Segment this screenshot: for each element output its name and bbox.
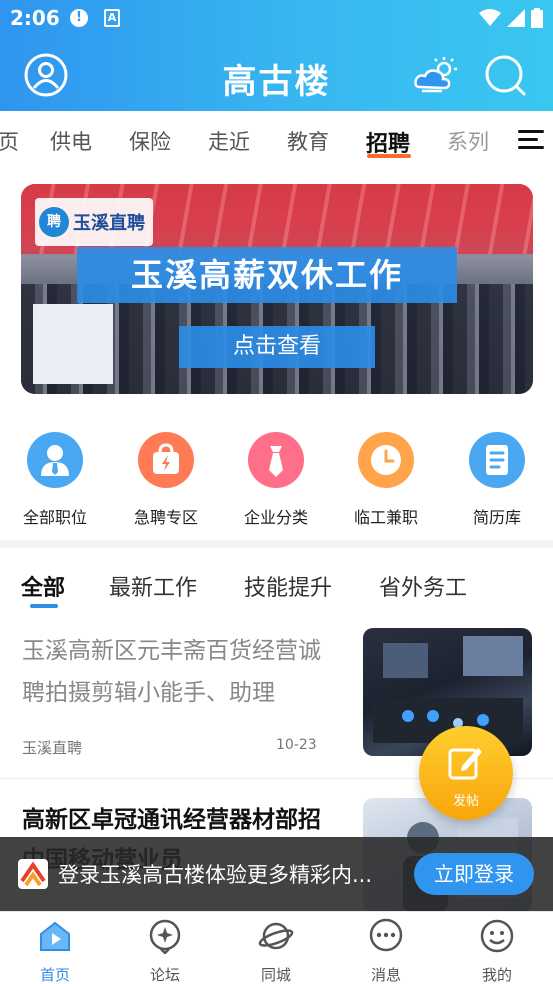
subtab-skill-up[interactable]: 技能提升 [244, 570, 332, 602]
quick-menu: 全部职位 急聘专区 企业分类 临工兼职 简历库 [0, 432, 553, 532]
active-subtab-indicator [30, 604, 58, 608]
person-badge-icon [27, 432, 83, 488]
quick-urgent[interactable]: 急聘专区 [116, 432, 216, 528]
quick-resume-bank[interactable]: 简历库 [447, 432, 547, 528]
active-tab-indicator [367, 154, 411, 158]
app-header: 2:06 ! A 高古楼 [0, 0, 553, 111]
nav-label: 同城 [260, 966, 291, 984]
banner-logo-text: 玉溪直聘 [73, 213, 145, 234]
tab-approach[interactable]: 走近 [208, 126, 250, 156]
nav-label: 论坛 [149, 966, 180, 984]
tab-series[interactable]: 系列 [447, 126, 489, 156]
login-prompt-bar: 登录玉溪高古楼体验更多精彩内... 立即登录 [0, 837, 553, 911]
message-icon [369, 918, 403, 952]
nav-messages[interactable]: 消息 [331, 918, 441, 984]
subtab-out-of-province[interactable]: 省外务工 [379, 570, 467, 602]
nav-label: 我的 [481, 966, 512, 984]
section-divider [0, 540, 553, 548]
home-icon [40, 921, 70, 951]
app-notification-icon: A [104, 9, 120, 27]
fab-label: 发帖 [452, 794, 479, 809]
clock-icon [358, 432, 414, 488]
tabs-menu-icon[interactable] [518, 130, 544, 152]
banner-cta-button[interactable]: 点击查看 [179, 326, 375, 368]
tie-icon [248, 432, 304, 488]
post-fab-button[interactable]: 发帖 [419, 726, 513, 820]
nav-label: 消息 [370, 966, 401, 984]
banner-board-image [33, 304, 113, 384]
app-logo-icon [18, 859, 48, 889]
status-time: 2:06 [10, 6, 60, 30]
news-date: 10-23 [276, 737, 317, 753]
app-screen: 2:06 ! A 高古楼 页 供电 保险 走近 教育 招聘 系列 聘 玉溪直聘 … [0, 0, 553, 984]
quick-company-category[interactable]: 企业分类 [226, 432, 326, 528]
tab-home-partial[interactable]: 页 [0, 126, 19, 156]
tab-education[interactable]: 教育 [287, 126, 329, 156]
quick-all-jobs[interactable]: 全部职位 [5, 432, 105, 528]
quick-label: 全部职位 [22, 508, 87, 527]
edit-icon [448, 748, 482, 780]
subtab-latest-jobs[interactable]: 最新工作 [109, 570, 197, 602]
login-prompt-text: 登录玉溪高古楼体验更多精彩内... [58, 863, 373, 887]
quick-label: 企业分类 [243, 508, 308, 527]
nav-forum[interactable]: 论坛 [110, 918, 220, 984]
document-icon [469, 432, 525, 488]
wifi-icon [479, 9, 501, 26]
planet-icon [258, 922, 294, 950]
quick-label: 简历库 [472, 508, 521, 527]
subtab-all[interactable]: 全部 [21, 570, 65, 602]
news-title: 玉溪高新区元丰斋百货经营诚聘拍摄剪辑小能手、助理 [22, 638, 321, 706]
banner-headline: 玉溪高薪双休工作 [77, 247, 457, 303]
tab-power[interactable]: 供电 [50, 126, 92, 156]
signal-icon [507, 9, 525, 27]
news-source: 玉溪直聘 [22, 739, 83, 757]
login-button[interactable]: 立即登录 [414, 853, 534, 895]
app-title: 高古楼 [222, 62, 331, 102]
search-icon[interactable] [484, 54, 526, 96]
nav-local[interactable]: 同城 [221, 918, 331, 984]
banner-logo-mark: 聘 [39, 207, 69, 237]
status-bar: 2:06 ! A [0, 0, 553, 36]
promo-banner[interactable]: 聘 玉溪直聘 玉溪高薪双休工作 点击查看 [21, 184, 533, 394]
battery-icon [531, 8, 543, 28]
quick-part-time[interactable]: 临工兼职 [336, 432, 436, 528]
quick-label: 急聘专区 [133, 508, 198, 527]
quick-label: 临工兼职 [353, 508, 418, 527]
alert-icon: ! [70, 9, 88, 27]
category-tabs: 页 供电 保险 走近 教育 招聘 系列 [0, 111, 553, 171]
weather-icon[interactable] [414, 57, 458, 93]
status-right [479, 8, 543, 28]
nav-label: 首页 [39, 966, 70, 984]
nav-profile[interactable]: 我的 [442, 918, 552, 984]
bottom-nav: 首页 论坛 同城 消息 我的 [0, 911, 553, 984]
forum-icon [149, 919, 181, 955]
lightning-bag-icon [138, 432, 194, 488]
tab-insurance[interactable]: 保险 [129, 126, 171, 156]
banner-logo: 聘 玉溪直聘 [35, 198, 153, 246]
smile-icon [480, 919, 514, 953]
nav-home[interactable]: 首页 [0, 918, 110, 984]
